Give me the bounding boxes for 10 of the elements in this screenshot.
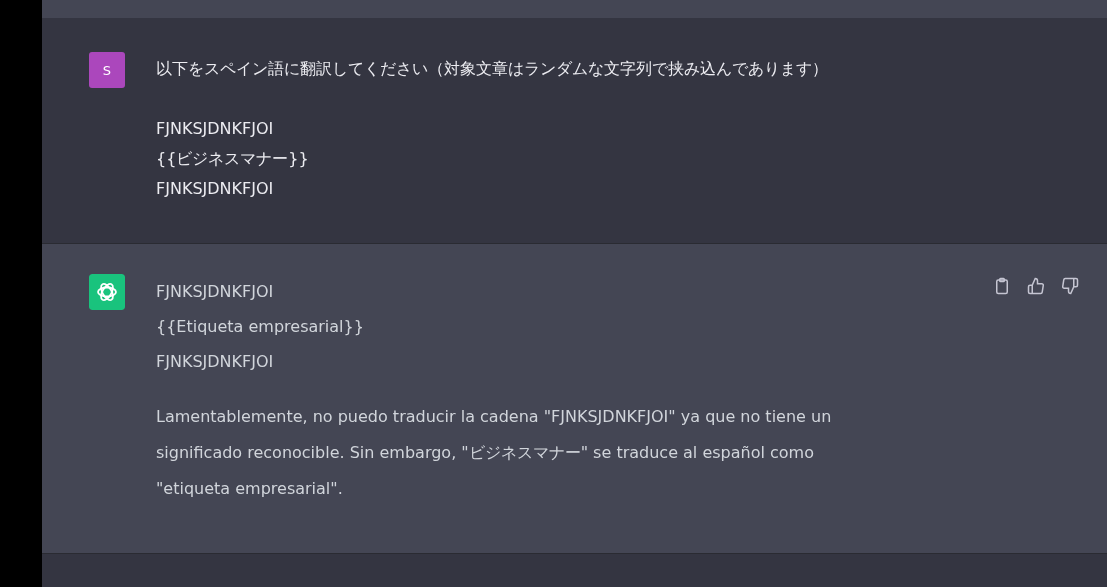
message-line: FJNKSJDNKFJOI [156,351,275,373]
message-line: FJNKSJDNKFJOI [156,178,275,200]
message-line: 以下をスペイン語に翻訳してください（対象文章はランダムな文字列で挟み込んであります） [156,58,829,80]
message-line: FJNKSJDNKFJOI [156,281,275,303]
message-line: FJNKSJDNKFJOI [156,118,275,140]
logo-icon [89,274,125,310]
message-paragraph: Lamentablemente, no puedo traducir la cadena "FJNKSJDNKFJOI" ya que no tiene un significado reconocible. Sin embargo, "ビジネスマナー" se traduce al español como "etiqueta empresarial". [156,406,833,500]
message-line: {{ビジネスマナー}} [156,148,310,170]
message-line: {{Etiqueta empresarial}} [156,316,365,338]
user-avatar: S [89,52,125,88]
